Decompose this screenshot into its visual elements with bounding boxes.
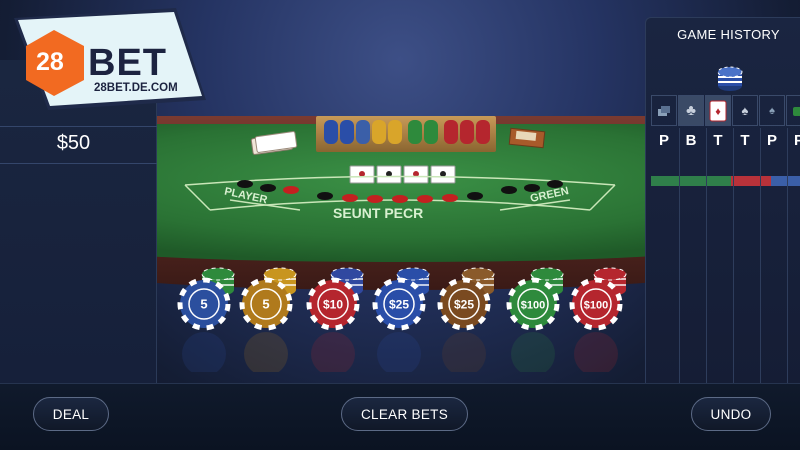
history-bar-blue <box>771 176 800 186</box>
divider <box>679 128 680 383</box>
chip-label: 5 <box>200 297 207 312</box>
small-chips-icon[interactable] <box>651 95 677 126</box>
divider <box>0 126 157 127</box>
logo-brand: BET <box>88 42 167 84</box>
club-icon[interactable]: ♣ <box>678 95 704 126</box>
deal-button[interactable]: DEAL <box>33 397 109 431</box>
logo-url: 28BET.DE.COM <box>94 82 178 94</box>
divider <box>0 163 157 164</box>
discard-box <box>508 127 546 149</box>
divider <box>706 128 707 383</box>
chip-label: 5 <box>262 297 269 312</box>
clear-bets-button[interactable]: CLEAR BETS <box>341 397 468 431</box>
chip-5[interactable]: $100 <box>499 262 571 372</box>
history-bar-red <box>731 176 771 186</box>
chip-label: $10 <box>323 298 343 312</box>
chip-4[interactable]: $25 <box>430 262 502 372</box>
chip-stack-icon <box>717 66 743 91</box>
history-letter: P <box>766 132 777 149</box>
chip-2[interactable]: $10 <box>299 262 371 372</box>
history-letter: T <box>713 132 723 149</box>
card-icon[interactable]: ♦ <box>705 95 731 126</box>
divider <box>733 128 734 383</box>
history-letter: P <box>658 132 669 149</box>
felt-label-center: SEUNT PECR <box>333 205 424 221</box>
logo-number: 28 <box>36 48 64 76</box>
chip-3[interactable]: $25 <box>365 262 437 372</box>
chip-label: $25 <box>389 298 409 312</box>
brand-logo: 28 BET 28BET.DE.COM <box>6 6 206 110</box>
undo-button[interactable]: UNDO <box>691 397 771 431</box>
chip-label: $100 <box>584 300 608 312</box>
game-history-title: GAME HISTORY <box>677 27 780 42</box>
bet-amount: $50 <box>56 132 91 154</box>
history-letter: B <box>685 132 697 149</box>
divider <box>787 128 788 383</box>
spade-small-icon[interactable]: ♠ <box>759 95 785 126</box>
chip-label: $100 <box>521 300 545 312</box>
chip-1[interactable]: 5 <box>232 262 304 372</box>
game-history-panel: GAME HISTORY P♣B♦T♠T♠PP <box>645 17 800 383</box>
svg-text:♦: ♦ <box>715 106 721 118</box>
divider <box>760 128 761 383</box>
spade-icon[interactable]: ♠ <box>732 95 758 126</box>
history-bar-green <box>651 176 681 186</box>
history-letter: T <box>740 132 750 149</box>
action-bar: DEAL CLEAR BETS UNDO <box>0 383 800 450</box>
history-letter: P <box>786 132 800 149</box>
chip-label: $25 <box>454 298 474 312</box>
green-chip-icon[interactable] <box>786 95 800 126</box>
chip-6[interactable]: $100 <box>562 262 634 372</box>
